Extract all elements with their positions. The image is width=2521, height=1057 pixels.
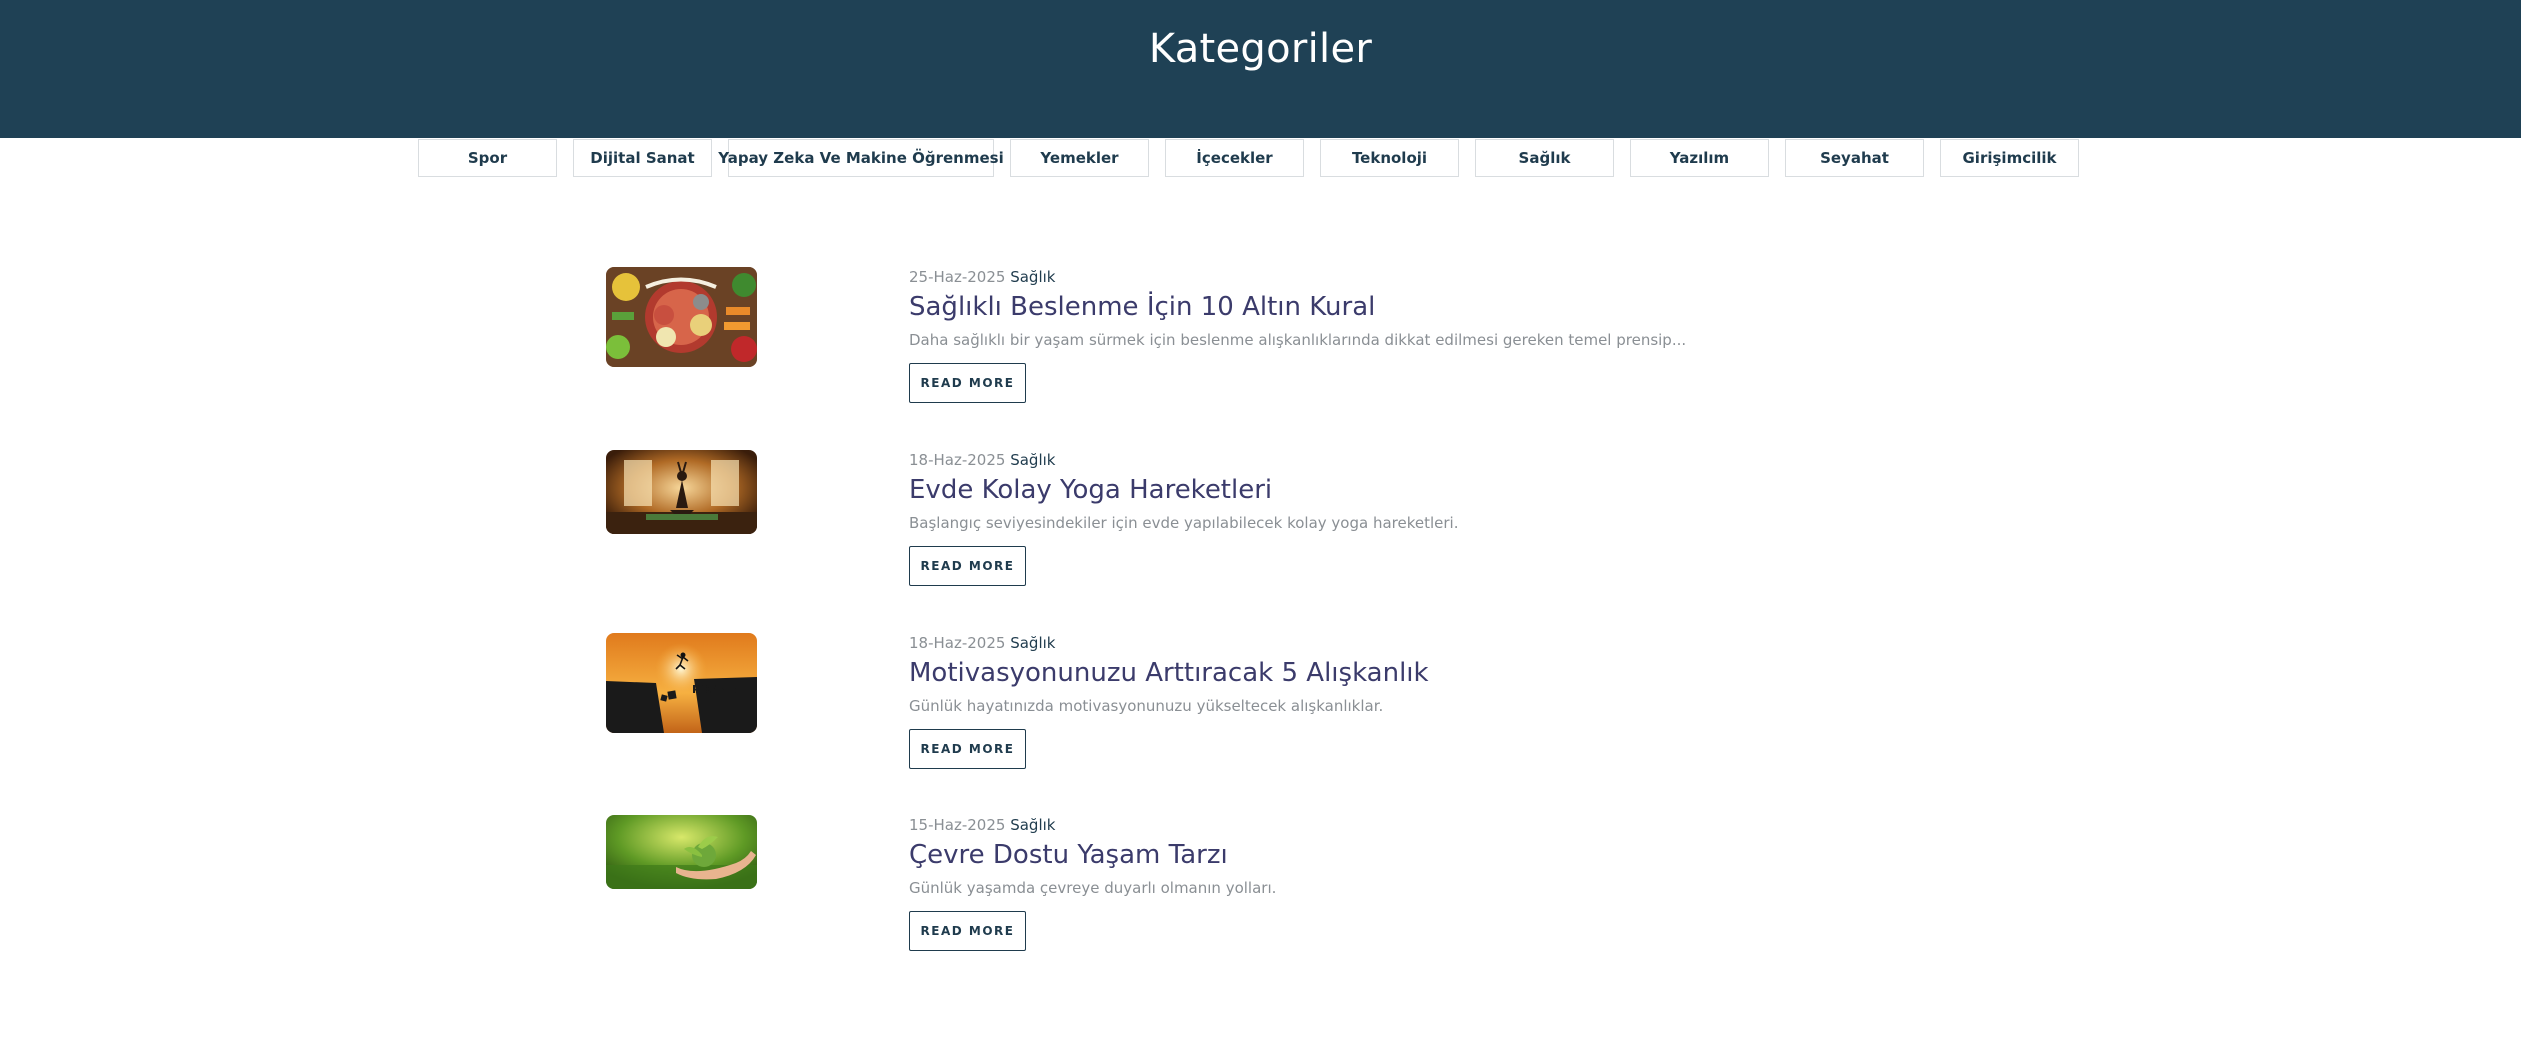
- post-meta: 18-Haz-2025 Sağlık: [909, 450, 1459, 470]
- healthy-food-image[interactable]: [606, 267, 757, 367]
- eco-plant-image[interactable]: [606, 815, 757, 889]
- post-meta: 18-Haz-2025 Sağlık: [909, 633, 1429, 653]
- post-title[interactable]: Motivasyonunuzu Arttıracak 5 Alışkanlık: [909, 655, 1429, 691]
- possible-image-text: POSSIBLE: [692, 683, 752, 696]
- category-button-girisimcilik[interactable]: Girişimcilik: [1940, 139, 2079, 177]
- post-meta: 25-Haz-2025 Sağlık: [909, 267, 1686, 287]
- read-more-button[interactable]: READ MORE: [909, 363, 1026, 403]
- post-title[interactable]: Sağlıklı Beslenme İçin 10 Altın Kural: [909, 289, 1686, 325]
- post-date: 15-Haz-2025: [909, 816, 1006, 834]
- category-button-yemekler[interactable]: Yemekler: [1010, 139, 1149, 177]
- category-button-icecekler[interactable]: İçecekler: [1165, 139, 1304, 177]
- category-button-saglik[interactable]: Sağlık: [1475, 139, 1614, 177]
- motivation-image[interactable]: POSSIBLE: [606, 633, 757, 733]
- post-meta: 15-Haz-2025 Sağlık: [909, 815, 1276, 835]
- post-date: 18-Haz-2025: [909, 634, 1006, 652]
- post-card: POSSIBLE 18-Haz-2025 Sağlık Motivasyonun…: [606, 633, 1906, 783]
- post-content: 25-Haz-2025 Sağlık Sağlıklı Beslenme İçi…: [909, 267, 1686, 403]
- post-content: 15-Haz-2025 Sağlık Çevre Dostu Yaşam Tar…: [909, 815, 1276, 951]
- post-excerpt: Daha sağlıklı bir yaşam sürmek için besl…: [909, 331, 1687, 349]
- post-category-link[interactable]: Sağlık: [1010, 634, 1055, 652]
- post-category-link[interactable]: Sağlık: [1010, 816, 1055, 834]
- post-card: 25-Haz-2025 Sağlık Sağlıklı Beslenme İçi…: [606, 267, 1906, 417]
- post-card: 18-Haz-2025 Sağlık Evde Kolay Yoga Harek…: [606, 450, 1906, 600]
- post-title[interactable]: Evde Kolay Yoga Hareketleri: [909, 472, 1459, 508]
- page-header: Kategoriler: [0, 0, 2521, 138]
- post-excerpt: Başlangıç seviyesindekiler için evde yap…: [909, 514, 1459, 532]
- post-content: 18-Haz-2025 Sağlık Motivasyonunuzu Arttı…: [909, 633, 1429, 769]
- category-button-teknoloji[interactable]: Teknoloji: [1320, 139, 1459, 177]
- read-more-button[interactable]: READ MORE: [909, 911, 1026, 951]
- post-excerpt: Günlük yaşamda çevreye duyarlı olmanın y…: [909, 879, 1277, 897]
- read-more-button[interactable]: READ MORE: [909, 546, 1026, 586]
- yoga-image[interactable]: [606, 450, 757, 534]
- category-nav: Spor Dijital Sanat Yapay Zeka Ve Makine …: [418, 139, 2079, 179]
- post-category-link[interactable]: Sağlık: [1010, 268, 1055, 286]
- category-button-dijital-sanat[interactable]: Dijital Sanat: [573, 139, 712, 177]
- post-excerpt: Günlük hayatınızda motivasyonunuzu yükse…: [909, 697, 1384, 715]
- post-date: 18-Haz-2025: [909, 451, 1006, 469]
- post-content: 18-Haz-2025 Sağlık Evde Kolay Yoga Harek…: [909, 450, 1459, 586]
- page-title: Kategoriler: [1148, 26, 1373, 72]
- post-date: 25-Haz-2025: [909, 268, 1006, 286]
- category-button-spor[interactable]: Spor: [418, 139, 557, 177]
- post-card: 15-Haz-2025 Sağlık Çevre Dostu Yaşam Tar…: [606, 815, 1906, 965]
- read-more-button[interactable]: READ MORE: [909, 729, 1026, 769]
- category-button-seyahat[interactable]: Seyahat: [1785, 139, 1924, 177]
- post-title[interactable]: Çevre Dostu Yaşam Tarzı: [909, 837, 1276, 873]
- category-button-yazilim[interactable]: Yazılım: [1630, 139, 1769, 177]
- category-button-yapay-zeka[interactable]: Yapay Zeka Ve Makine Öğrenmesi: [718, 139, 1004, 177]
- post-category-link[interactable]: Sağlık: [1010, 451, 1055, 469]
